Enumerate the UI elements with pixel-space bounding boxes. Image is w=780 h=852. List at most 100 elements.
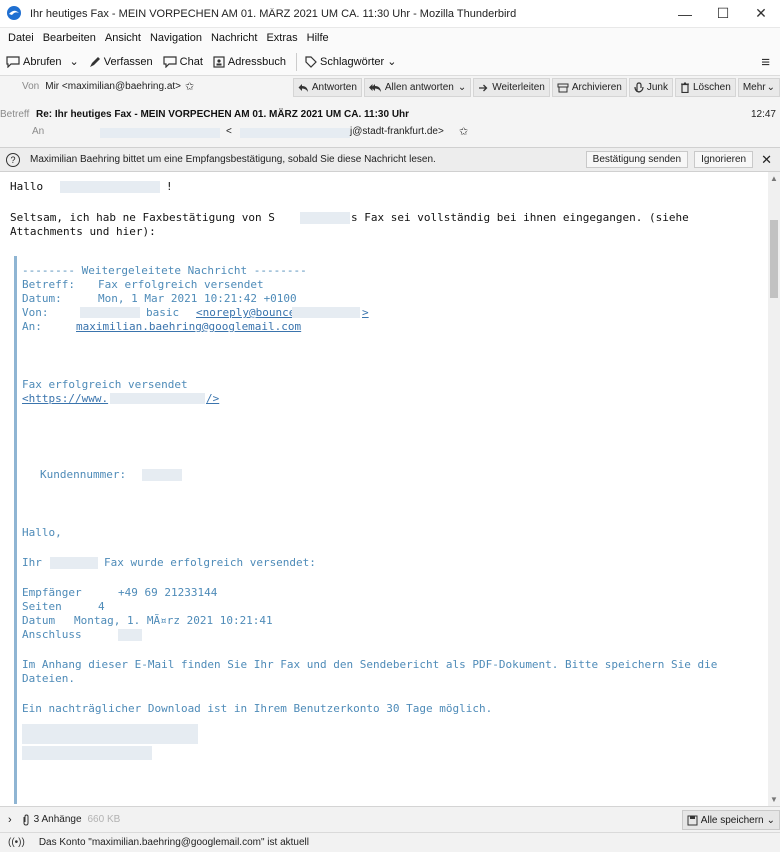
scroll-up-icon[interactable]: ▲ — [770, 174, 778, 183]
website-link-end[interactable]: /> — [206, 392, 219, 406]
chevron-down-icon: ⌄ — [766, 82, 775, 93]
greeting-end: ! — [166, 180, 173, 193]
junk-button[interactable]: Junk — [628, 78, 673, 97]
to-value[interactable]: j@stadt-frankfurt.de> — [350, 126, 444, 137]
status-text: Das Konto "maximilian.baehring@googlemai… — [38, 837, 309, 848]
send-receipt-button[interactable]: Bestätigung senden — [585, 151, 689, 168]
maximize-button[interactable]: ☐ — [704, 0, 742, 28]
forward-button[interactable]: Weiterleiten — [473, 78, 550, 97]
get-messages-button[interactable]: Abrufen ⌄ — [6, 55, 79, 68]
attachment-count[interactable]: 3 Anhänge — [34, 814, 82, 825]
download-icon — [6, 55, 20, 68]
fwd-von-link-end[interactable]: > — [362, 306, 369, 320]
pencil-icon — [89, 56, 100, 67]
chevron-down-icon: ⌄ — [766, 814, 775, 826]
menu-extras[interactable]: Extras — [266, 32, 297, 44]
chat-button[interactable]: Chat — [163, 56, 203, 68]
chat-icon — [163, 55, 177, 68]
from-row: Von Mir <maximilian@baehring.at> ✩ — [22, 80, 194, 93]
to-open-bracket: < — [226, 126, 232, 137]
message-body: Hallo ! Seltsam, ich hab ne Faxbestätigu… — [0, 172, 768, 806]
chevron-down-icon: ⌄ — [457, 82, 467, 93]
menu-ansicht[interactable]: Ansicht — [105, 32, 141, 44]
from-label: Von — [22, 81, 40, 92]
anhang-line-2: Dateien. — [22, 672, 75, 685]
attachment-bar: › 3 Anhänge 660 KB Alle speichern ⌄ — [0, 806, 780, 832]
fwd-von-label: Von: — [22, 306, 49, 319]
delete-label: Löschen — [693, 82, 731, 93]
redacted-fwd-domain — [292, 307, 360, 318]
address-book-button[interactable]: Adressbuch — [213, 56, 286, 68]
body-line-1a: Seltsam, ich hab ne Faxbestätigung von S — [10, 211, 275, 224]
redacted-fwd-sender — [80, 307, 140, 318]
menu-navigation[interactable]: Navigation — [150, 32, 202, 44]
save-all-button[interactable]: Alle speichern ⌄ — [681, 810, 780, 830]
redacted-provider — [50, 557, 98, 569]
reply-all-button[interactable]: Allen antworten ⌄ — [363, 78, 472, 97]
reply-button[interactable]: Antworten — [292, 78, 362, 97]
star-icon[interactable]: ✩ — [459, 125, 468, 138]
archive-label: Archivieren — [571, 82, 622, 93]
chevron-down-icon: ⌄ — [387, 56, 397, 68]
to-label: An — [32, 126, 45, 137]
fwd-an-value[interactable]: maximilian.baehring@googlemail.com — [76, 320, 301, 334]
scroll-down-icon[interactable]: ▼ — [770, 795, 778, 804]
get-messages-label: Abrufen — [23, 55, 62, 68]
fwd-von-value: basic — [146, 306, 180, 319]
trash-icon — [681, 82, 689, 93]
message-time: 12:47 — [750, 109, 776, 120]
close-icon[interactable]: ✕ — [761, 152, 772, 168]
close-window-button[interactable]: ✕ — [742, 0, 780, 28]
save-icon — [687, 815, 698, 825]
message-header: Von Mir <maximilian@baehring.at> ✩ Antwo… — [0, 76, 780, 148]
redacted-signature-2 — [22, 746, 152, 760]
archive-icon — [557, 83, 569, 92]
forward-icon — [479, 84, 488, 91]
header-actions: Antworten Allen antworten ⌄ Weiterleiten… — [291, 78, 780, 97]
compose-button[interactable]: Verfassen — [89, 56, 153, 68]
more-button[interactable]: Mehr ⌄ — [737, 78, 780, 97]
star-icon[interactable]: ✩ — [185, 80, 194, 93]
to-row: An < j@stadt-frankfurt.de> ✩ — [0, 126, 780, 142]
more-label: Mehr — [742, 82, 766, 93]
datum2-value: Montag, 1. MÃ¤rz 2021 10:21:41 — [74, 614, 273, 627]
greeting: Hallo — [10, 180, 44, 193]
ihr-rest: Fax wurde erfolgreich versendet: — [104, 556, 316, 569]
redacted-name — [60, 181, 160, 193]
scroll-thumb[interactable] — [770, 220, 778, 298]
from-value[interactable]: Mir <maximilian@baehring.at> — [45, 81, 181, 92]
app-menu-icon[interactable]: ≡ — [761, 54, 770, 71]
menu-bearbeiten[interactable]: Bearbeiten — [43, 32, 96, 44]
reply-all-icon — [368, 83, 381, 92]
menu-nachricht[interactable]: Nachricht — [211, 32, 257, 44]
status-bar: ((•)) Das Konto "maximilian.baehring@goo… — [0, 832, 780, 852]
website-link[interactable]: <https://www. — [22, 392, 108, 406]
menu-datei[interactable]: Datei — [8, 32, 34, 44]
archive-button[interactable]: Archivieren — [551, 78, 627, 97]
delete-button[interactable]: Löschen — [675, 78, 736, 97]
chevron-down-icon[interactable]: ⌄ — [70, 55, 79, 68]
ignore-button[interactable]: Ignorieren — [694, 151, 754, 168]
datum2-label: Datum — [22, 614, 56, 627]
menu-bar: Datei Bearbeiten Ansicht Navigation Nach… — [0, 28, 780, 48]
reply-icon — [298, 83, 308, 92]
fwd-betreff-value: Fax erfolgreich versendet — [98, 278, 264, 291]
menu-hilfe[interactable]: Hilfe — [307, 32, 329, 44]
message-scrollbar[interactable]: ▲ ▼ — [768, 172, 780, 806]
reply-label: Antworten — [311, 82, 357, 93]
tags-button[interactable]: Schlagwörter ⌄ — [305, 55, 396, 68]
empfaenger-label: Empfänger — [22, 586, 82, 599]
quote-bar — [14, 256, 17, 804]
compose-label: Verfassen — [103, 55, 153, 68]
fwd-von-link[interactable]: <noreply@bounce. — [196, 306, 302, 320]
attachment-size: 660 KB — [87, 814, 121, 825]
redacted-anschluss — [118, 629, 142, 641]
expand-attachments-icon[interactable]: › — [8, 814, 12, 826]
empfaenger-value: +49 69 21233144 — [118, 586, 218, 599]
junk-label: Junk — [646, 82, 668, 93]
paperclip-icon — [23, 813, 29, 826]
minimize-button[interactable]: — — [666, 0, 704, 28]
read-receipt-notification: ? Maximilian Baehring bittet um eine Emp… — [0, 148, 780, 172]
tags-label: Schlagwörter — [320, 55, 385, 68]
thunderbird-logo-icon — [6, 5, 24, 23]
